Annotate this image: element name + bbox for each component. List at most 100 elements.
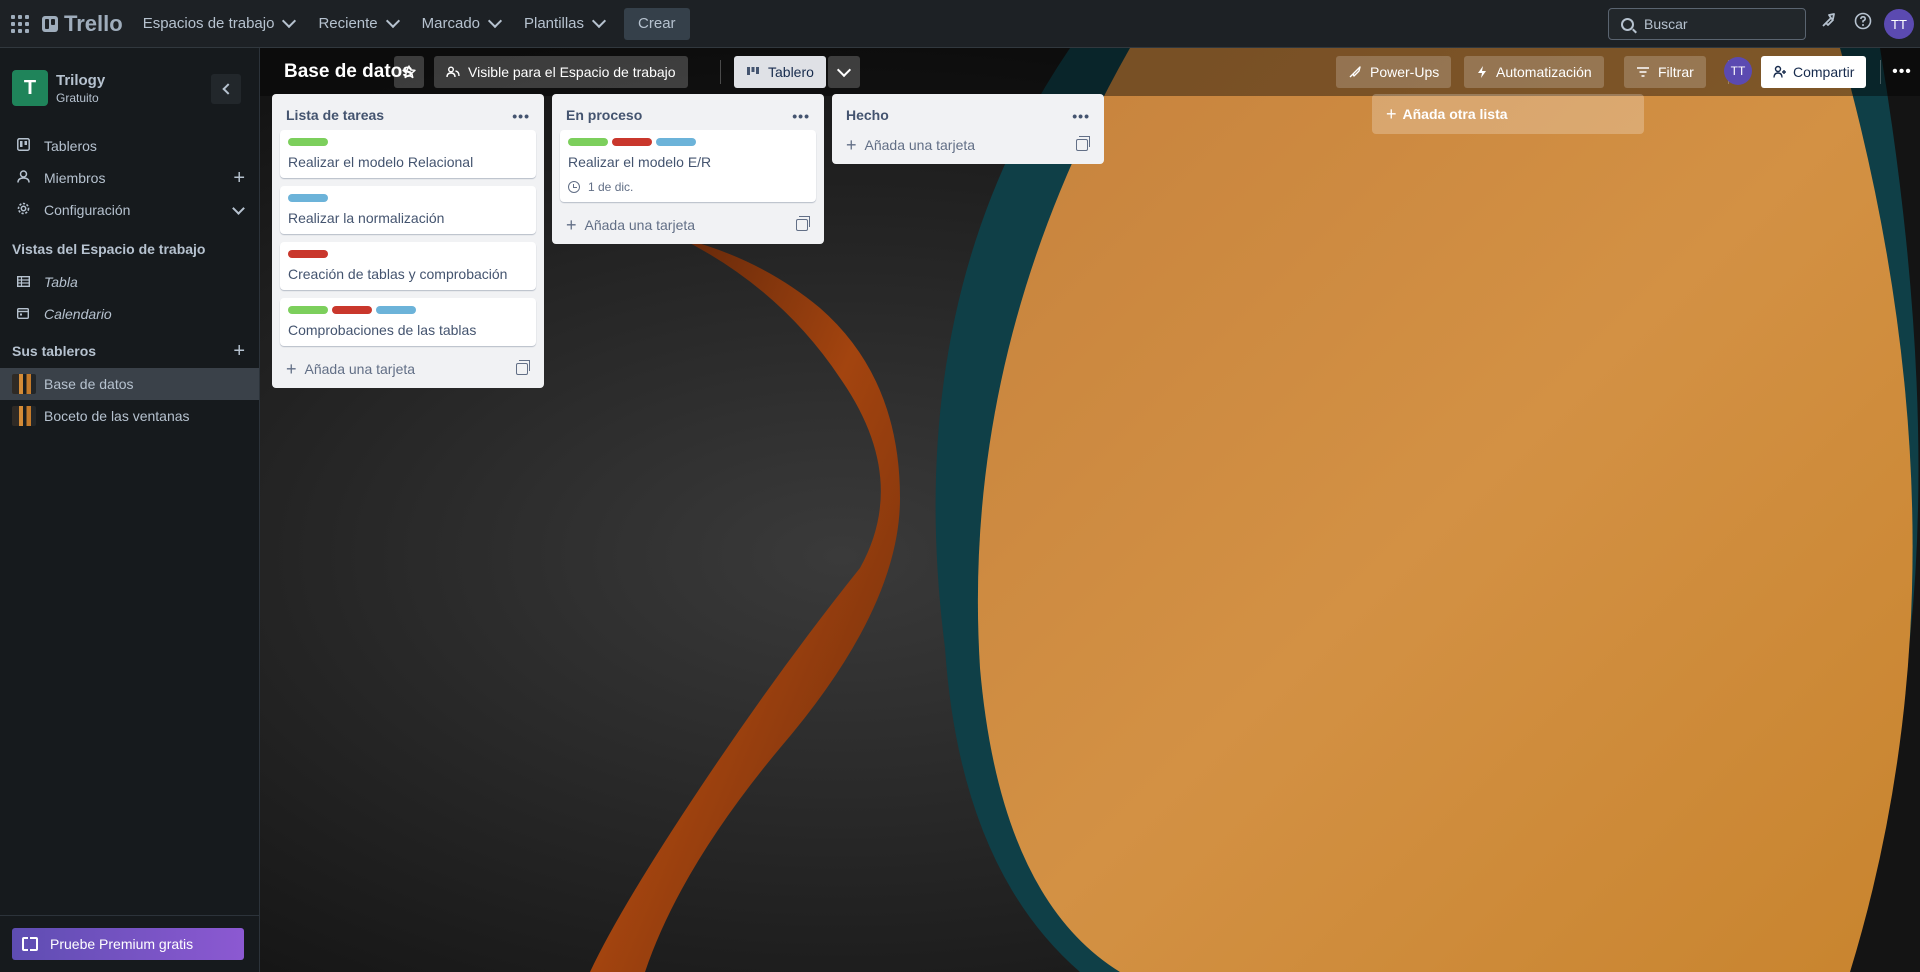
filter-button[interactable]: Filtrar	[1624, 56, 1706, 88]
collapse-sidebar-button[interactable]	[211, 74, 241, 104]
notifications-icon[interactable]	[1816, 12, 1840, 36]
app-switcher-icon[interactable]	[10, 14, 30, 34]
add-board-icon[interactable]: +	[233, 340, 245, 363]
add-list-button[interactable]: + Añada otra lista	[1372, 94, 1644, 134]
try-premium-button[interactable]: Pruebe Premium gratis	[12, 928, 244, 960]
label-red[interactable]	[332, 306, 372, 314]
sidebar-board-boceto[interactable]: Boceto de las ventanas	[0, 400, 259, 432]
chevron-down-icon	[836, 62, 852, 77]
menu-templates-label: Plantillas	[524, 15, 585, 32]
sidebar-board-base-de-datos[interactable]: Base de datos	[0, 368, 259, 400]
workspace-info: Trilogy Gratuito	[56, 72, 105, 105]
board-header: Base de datos Visible para el Espacio de…	[260, 48, 1920, 96]
chevron-left-icon	[221, 83, 234, 95]
card-title: Realizar la normalización	[288, 210, 445, 226]
card-labels	[288, 306, 528, 314]
list-done[interactable]: Hecho ••• + Añada una tarjeta	[832, 94, 1104, 164]
card[interactable]: Creación de tablas y comprobación	[280, 242, 536, 290]
star-board-button[interactable]	[394, 56, 424, 88]
gear-icon	[16, 202, 30, 218]
sidebar-item-label: Miembros	[44, 170, 106, 186]
sidebar-item-table[interactable]: Tabla	[0, 266, 259, 298]
sidebar-item-members[interactable]: Miembros +	[0, 162, 259, 194]
list-todo[interactable]: Lista de tareas ••• Realizar el modelo R…	[272, 94, 544, 388]
sidebar-item-settings[interactable]: Configuración	[0, 194, 259, 226]
workspace-logo: T	[12, 70, 48, 106]
menu-recent[interactable]: Reciente	[308, 8, 407, 40]
trello-logo[interactable]: Trello	[42, 11, 123, 37]
power-ups-button[interactable]: Power-Ups	[1336, 56, 1452, 88]
label-green[interactable]	[568, 138, 608, 146]
label-blue[interactable]	[656, 138, 696, 146]
menu-templates[interactable]: Plantillas	[514, 8, 614, 40]
view-switcher-button[interactable]	[828, 56, 860, 88]
sidebar-item-label: Tableros	[44, 138, 97, 154]
board-thumbnail	[12, 406, 36, 426]
workspace-sidebar: T Trilogy Gratuito Tableros Miembros + C…	[0, 48, 260, 972]
list-menu-icon[interactable]: •••	[1072, 108, 1090, 124]
menu-workspaces[interactable]: Espacios de trabajo	[133, 8, 305, 40]
gift-icon	[22, 937, 38, 951]
search-input[interactable]: Buscar	[1608, 8, 1806, 40]
label-red[interactable]	[288, 250, 328, 258]
list-menu-icon[interactable]: •••	[792, 108, 810, 124]
board-menu-button[interactable]: •••	[1888, 56, 1916, 88]
create-from-template-icon[interactable]	[796, 216, 810, 231]
menu-starred[interactable]: Marcado	[412, 8, 510, 40]
card-labels	[288, 138, 528, 146]
chevron-down-icon	[385, 13, 400, 29]
user-avatar[interactable]: TT	[1884, 9, 1914, 39]
label-green[interactable]	[288, 306, 328, 314]
list-title: En proceso	[566, 107, 643, 123]
due-date-badge[interactable]: 1 de dic.	[568, 180, 808, 194]
share-button[interactable]: Compartir	[1761, 56, 1867, 88]
automation-button[interactable]: Automatización	[1464, 56, 1604, 88]
card-labels	[568, 138, 808, 146]
label-red[interactable]	[612, 138, 652, 146]
sidebar-item-label: Tabla	[44, 274, 78, 290]
add-list-label: Añada otra lista	[1402, 106, 1508, 122]
table-icon	[16, 275, 30, 290]
card[interactable]: Realizar el modelo E/R 1 de dic.	[560, 130, 816, 202]
chevron-down-icon	[232, 202, 245, 215]
plus-icon: +	[566, 214, 577, 235]
sidebar-item-boards[interactable]: Tableros	[0, 130, 259, 162]
visibility-button[interactable]: Visible para el Espacio de trabajo	[434, 56, 688, 88]
help-icon[interactable]	[1851, 12, 1875, 36]
board-view-icon	[747, 67, 759, 75]
add-member-icon[interactable]: +	[233, 167, 245, 190]
create-from-template-icon[interactable]	[516, 360, 530, 375]
plus-icon: +	[286, 358, 297, 379]
card-title: Realizar el modelo E/R	[568, 154, 712, 170]
card[interactable]: Realizar el modelo Relacional	[280, 130, 536, 178]
sidebar-item-calendar[interactable]: Calendario	[0, 298, 259, 330]
try-premium-label: Pruebe Premium gratis	[50, 936, 194, 952]
add-card-button[interactable]: + Añada una tarjeta	[560, 210, 816, 240]
board-member-avatar[interactable]: TT	[1724, 57, 1752, 85]
board-view-button[interactable]: Tablero	[734, 56, 826, 88]
card-title: Creación de tablas y comprobación	[288, 266, 508, 282]
add-card-label: Añada una tarjeta	[584, 217, 696, 233]
list-header[interactable]: Lista de tareas •••	[280, 100, 536, 130]
add-card-button[interactable]: + Añada una tarjeta	[280, 354, 536, 384]
sidebar-item-label: Calendario	[44, 306, 112, 322]
create-button[interactable]: Crear	[624, 7, 690, 40]
list-in-progress[interactable]: En proceso ••• Realizar el modelo E/R 1 …	[552, 94, 824, 244]
label-blue[interactable]	[288, 194, 328, 202]
list-header[interactable]: En proceso •••	[560, 100, 816, 130]
card[interactable]: Realizar la normalización	[280, 186, 536, 234]
star-icon	[402, 65, 416, 79]
label-blue[interactable]	[376, 306, 416, 314]
add-card-button[interactable]: + Añada una tarjeta	[840, 130, 1096, 160]
chevron-down-icon	[591, 13, 607, 29]
list-header[interactable]: Hecho •••	[840, 100, 1096, 130]
card-title: Comprobaciones de las tablas	[288, 322, 477, 338]
list-title: Lista de tareas	[286, 107, 385, 123]
create-from-template-icon[interactable]	[1076, 136, 1090, 151]
top-navigation-bar: Trello Espacios de trabajo Reciente Marc…	[0, 0, 1920, 48]
list-menu-icon[interactable]: •••	[512, 108, 530, 124]
menu-starred-label: Marcado	[421, 15, 480, 32]
label-green[interactable]	[288, 138, 328, 146]
due-date: 1 de dic.	[588, 180, 634, 194]
card[interactable]: Comprobaciones de las tablas	[280, 298, 536, 346]
